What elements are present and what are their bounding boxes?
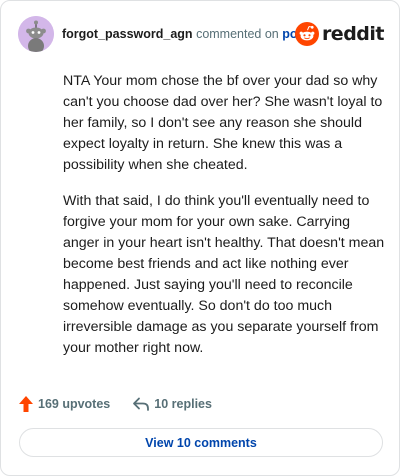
username-link[interactable]: forgot_password_agn <box>62 27 193 41</box>
comment-paragraph: NTA Your mom chose the bf over your dad … <box>63 73 383 173</box>
snoo-avatar-icon[interactable] <box>18 16 54 52</box>
reddit-brand[interactable]: reddit <box>294 22 385 46</box>
upvote-button[interactable]: 169 upvotes <box>18 395 110 413</box>
comment-actions: 169 upvotes 10 replies <box>18 392 212 416</box>
comment-meta: forgot_password_agn commented on post <box>62 26 309 42</box>
comment-header: forgot_password_agn commented on post <box>18 16 385 52</box>
replies-button[interactable]: 10 replies <box>132 396 212 412</box>
view-comments-button[interactable]: View 10 comments <box>19 428 383 457</box>
comment-card: forgot_password_agn commented on post <box>0 0 400 476</box>
action-text: commented on <box>196 27 279 41</box>
reddit-wordmark: reddit <box>321 23 385 45</box>
upvotes-count: 169 upvotes <box>38 397 111 411</box>
comment-paragraph: With that said, I do think you'll eventu… <box>63 193 385 356</box>
comment-body: NTA Your mom chose the bf over your dad … <box>63 71 385 374</box>
upvote-arrow-icon <box>19 396 33 412</box>
reply-arrow-icon <box>133 397 150 411</box>
reddit-logo-icon <box>294 22 319 46</box>
replies-count: 10 replies <box>154 397 212 411</box>
